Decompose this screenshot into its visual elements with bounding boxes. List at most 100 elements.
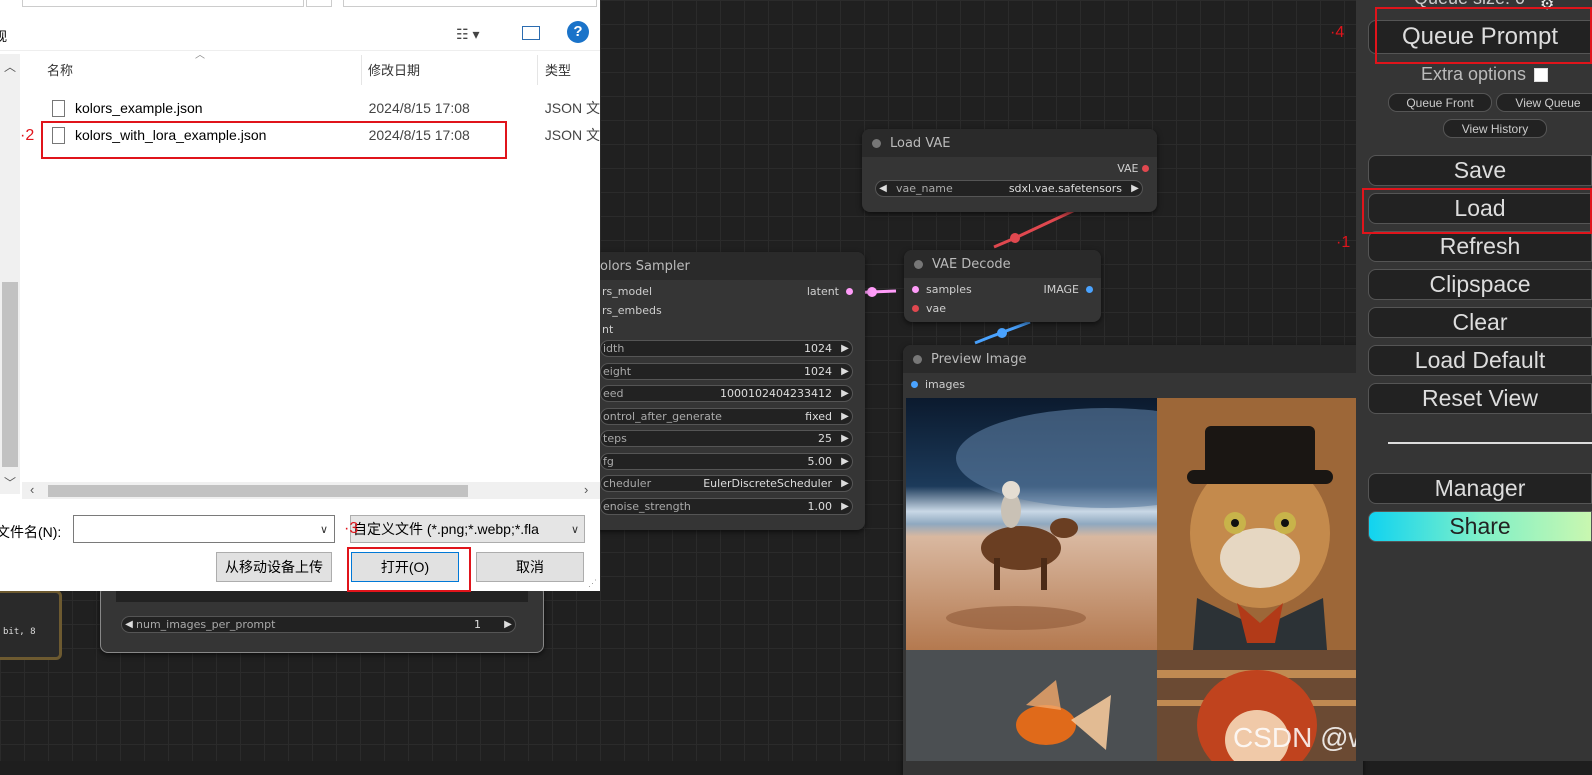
arrow-right-icon[interactable]: ▶: [838, 411, 852, 422]
sampler-widget[interactable]: cheduler EulerDiscreteScheduler ▶: [600, 475, 853, 492]
scroll-left-arrow-icon[interactable]: ‹: [30, 482, 34, 497]
extra-options-checkbox[interactable]: [1534, 67, 1549, 82]
arrow-left-icon[interactable]: ◀: [122, 619, 136, 630]
column-type-header[interactable]: 类型: [545, 60, 571, 79]
column-name-header[interactable]: 名称: [47, 60, 73, 79]
nav-button-fragment[interactable]: [306, 0, 332, 7]
horizontal-scrollbar[interactable]: ‹ ›: [22, 482, 600, 499]
share-button[interactable]: Share: [1368, 511, 1592, 542]
slot-label: nt: [602, 323, 614, 336]
view-history-button[interactable]: View History: [1443, 119, 1547, 138]
clipspace-button[interactable]: Clipspace: [1368, 269, 1592, 300]
cancel-button[interactable]: 取消: [476, 552, 584, 582]
arrow-left-icon[interactable]: ◀: [876, 183, 890, 194]
file-open-dialog: 视 ☷ ▾ ? ︿ ﹀ ︿ 名称 修改日期 类型 kolors_example.…: [0, 0, 600, 591]
vae-decode-node[interactable]: VAE Decode samples vae IMAGE: [904, 250, 1101, 322]
kolors-text-encode-node[interactable]: ◀ num_images_per_prompt 1 ▶: [100, 585, 544, 653]
images-input-slot[interactable]: images: [911, 378, 965, 391]
sampler-widget[interactable]: ontrol_after_generate fixed ▶: [600, 407, 853, 425]
slot-dot[interactable]: [1086, 286, 1093, 293]
help-icon[interactable]: ?: [567, 21, 589, 43]
sampler-widget[interactable]: fg 5.00 ▶: [600, 452, 853, 470]
sampler-widget[interactable]: teps 25 ▶: [600, 430, 853, 447]
node-header[interactable]: Load VAE: [862, 129, 1157, 157]
h-scroll-thumb[interactable]: [48, 485, 468, 497]
node-title: Preview Image: [931, 351, 1027, 367]
node-collapse-dot[interactable]: [872, 138, 881, 148]
chevron-down-icon[interactable]: ∨: [314, 523, 334, 536]
load-default-button[interactable]: Load Default: [1368, 345, 1592, 376]
preview-pane-icon[interactable]: [522, 26, 540, 40]
arrow-right-icon[interactable]: ▶: [838, 433, 852, 444]
scroll-right-arrow-icon[interactable]: ›: [584, 482, 588, 497]
refresh-button[interactable]: Refresh: [1368, 231, 1592, 262]
arrow-right-icon[interactable]: ▶: [1128, 183, 1142, 194]
sampler-widget[interactable]: idth 1024 ▶: [600, 340, 853, 357]
scroll-down-arrow-icon[interactable]: ﹀: [4, 474, 16, 491]
reset-view-button[interactable]: Reset View: [1368, 383, 1592, 414]
preview-image-astronaut[interactable]: [906, 398, 1157, 650]
annotation-4: ·4: [1330, 24, 1345, 41]
vae-link: [993, 208, 1076, 249]
slot-dot[interactable]: [912, 305, 919, 312]
kolors-model-input[interactable]: rs_model: [602, 285, 652, 298]
node-collapse-dot[interactable]: [914, 259, 923, 269]
arrow-right-icon[interactable]: ▶: [838, 478, 852, 489]
vae-input-slot[interactable]: vae: [912, 302, 946, 315]
widget-label: ontrol_after_generate: [603, 409, 722, 423]
preview-image-goldfish[interactable]: [906, 650, 1157, 761]
slot-dot[interactable]: [911, 381, 918, 388]
samples-input-slot[interactable]: samples: [912, 283, 972, 296]
scroll-up-arrow-icon[interactable]: ︿: [4, 58, 16, 75]
latent-output-slot[interactable]: latent: [807, 285, 853, 298]
highlight-file-row: [41, 121, 507, 159]
upload-from-device-button[interactable]: 从移动设备上传: [216, 552, 332, 582]
arrow-right-icon[interactable]: ▶: [838, 366, 852, 377]
slot-dot[interactable]: [846, 288, 853, 295]
preview-image-cat[interactable]: [1157, 398, 1363, 650]
node-header[interactable]: olors Sampler: [560, 252, 865, 280]
slot-dot[interactable]: [1142, 165, 1149, 172]
sampler-widget[interactable]: eed 1000102404233412 ▶: [600, 385, 853, 402]
vae-link-midpoint: [1010, 233, 1020, 243]
slot-dot[interactable]: [912, 286, 919, 293]
node-collapse-dot[interactable]: [913, 354, 922, 364]
sampler-widget[interactable]: enoise_strength 1.00 ▶: [600, 497, 853, 515]
search-box-fragment[interactable]: [343, 0, 597, 7]
file-row[interactable]: kolors_example.json 2024/8/15 17:08 JSON…: [22, 95, 600, 121]
arrow-right-icon[interactable]: ▶: [501, 619, 515, 630]
view-queue-button[interactable]: View Queue: [1496, 93, 1592, 112]
vae-output-slot[interactable]: VAE: [1117, 162, 1149, 175]
kolors-sampler-node[interactable]: olors Sampler rs_model rs_embeds nt late…: [560, 252, 865, 530]
clear-button[interactable]: Clear: [1368, 307, 1592, 338]
widget-label: num_images_per_prompt: [136, 618, 276, 631]
path-box-fragment[interactable]: [22, 0, 304, 7]
latent-input[interactable]: nt: [602, 323, 613, 336]
arrow-right-icon[interactable]: ▶: [838, 343, 852, 354]
column-divider-1[interactable]: [361, 55, 362, 85]
left-fragment-node[interactable]: bit, 8: [0, 590, 62, 660]
arrow-right-icon[interactable]: ▶: [838, 456, 852, 467]
resize-grip-icon[interactable]: ⋰: [588, 578, 597, 589]
chevron-down-icon[interactable]: ∨: [566, 523, 584, 536]
arrow-right-icon[interactable]: ▶: [838, 501, 852, 512]
filename-input[interactable]: ∨: [73, 515, 335, 543]
file-type-filter[interactable]: 自定义文件 (*.png;*.webp;*.fla ∨: [350, 515, 585, 543]
image-output-slot[interactable]: IMAGE: [1043, 283, 1093, 296]
sampler-widget[interactable]: eight 1024 ▶: [600, 362, 853, 380]
column-modified-header[interactable]: 修改日期: [368, 60, 420, 79]
arrow-right-icon[interactable]: ▶: [838, 388, 852, 399]
kolors-embeds-input[interactable]: rs_embeds: [602, 304, 662, 317]
node-header[interactable]: VAE Decode: [904, 250, 1101, 278]
scroll-thumb[interactable]: [2, 282, 18, 467]
column-divider-2[interactable]: [537, 55, 538, 85]
vae-name-combo[interactable]: ◀ vae_name sdxl.vae.safetensors ▶: [875, 180, 1143, 197]
manager-button[interactable]: Manager: [1368, 473, 1592, 504]
node-header[interactable]: Preview Image: [903, 345, 1363, 373]
queue-front-button[interactable]: Queue Front: [1388, 93, 1492, 112]
num-images-per-prompt-widget[interactable]: ◀ num_images_per_prompt 1 ▶: [121, 616, 516, 633]
view-options-icon[interactable]: ☷ ▾: [456, 26, 479, 43]
load-vae-node[interactable]: Load VAE VAE ◀ vae_name sdxl.vae.safeten…: [862, 129, 1157, 212]
left-pane-scrollbar[interactable]: ︿ ﹀: [0, 54, 20, 494]
save-button[interactable]: Save: [1368, 155, 1592, 186]
